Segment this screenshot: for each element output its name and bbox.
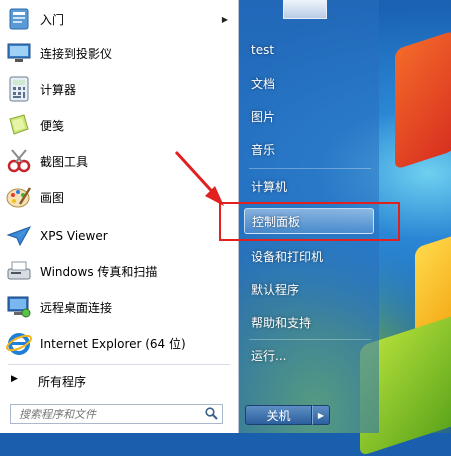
annotation-arrow-icon <box>174 150 224 206</box>
